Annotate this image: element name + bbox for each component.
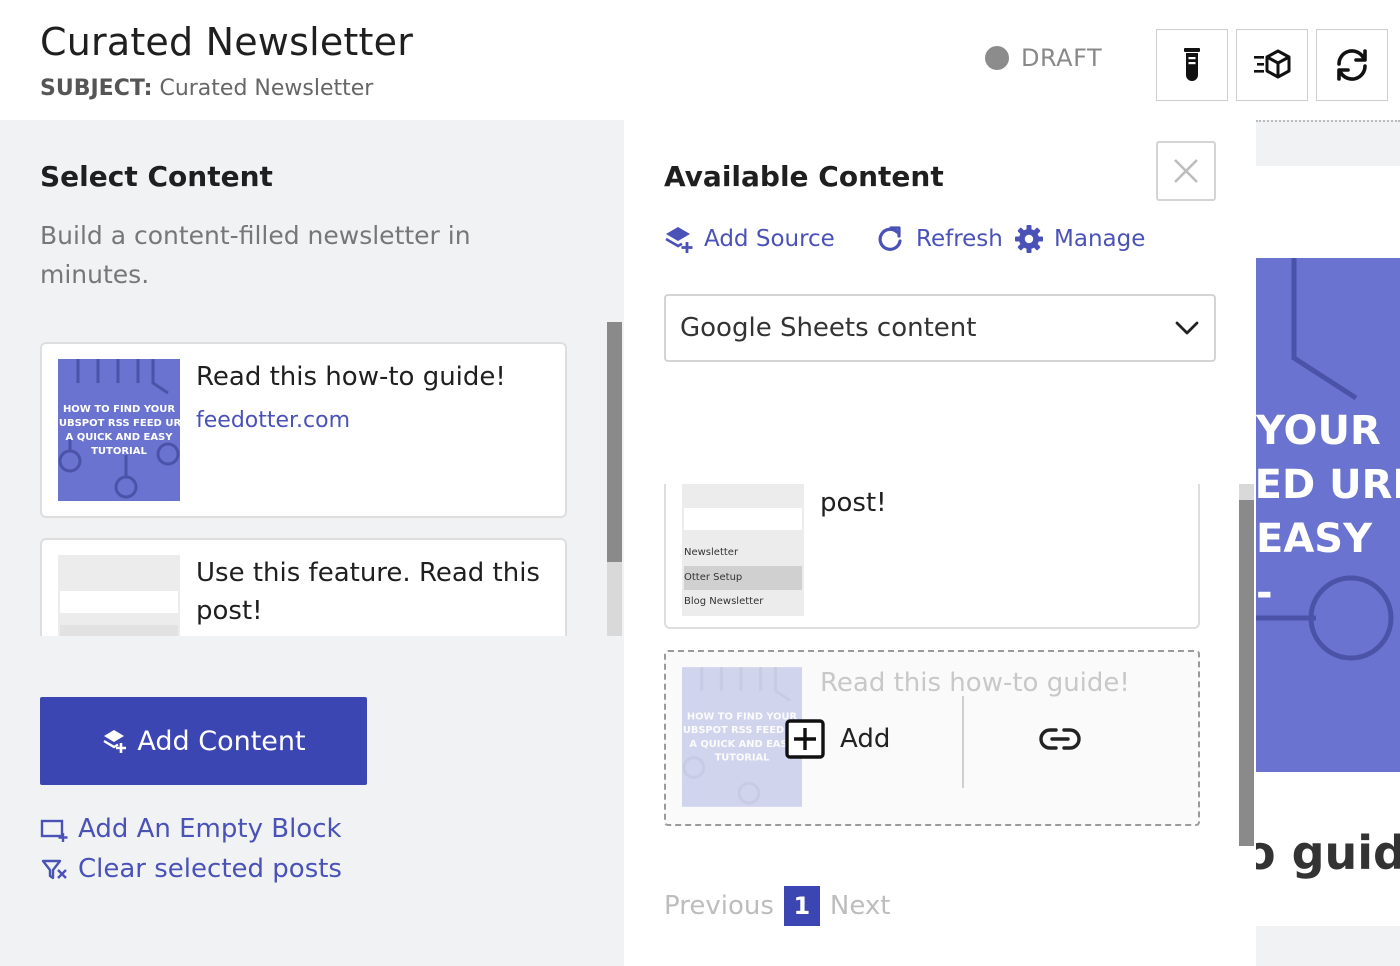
refresh-button[interactable]: Refresh — [876, 224, 1003, 254]
preview-image: YOUR FEED URL EASY - — [1256, 258, 1400, 772]
card-title: Read this how-to guide! — [196, 362, 506, 392]
available-content-title: Available Content — [664, 160, 944, 193]
add-post-label: Add — [840, 724, 891, 754]
card-title: Use this feature. Read this post! — [196, 558, 540, 626]
svg-text:HOW TO FIND YOUR: HOW TO FIND YOUR — [687, 711, 798, 722]
card-title: Read this how-to guide! — [820, 668, 1130, 698]
select-content-title: Select Content — [40, 160, 273, 193]
svg-text:TUTORIAL: TUTORIAL — [715, 753, 770, 764]
current-page[interactable]: 1 — [783, 886, 820, 926]
selected-card[interactable]: Use this feature. Read this post! — [40, 538, 567, 636]
hover-card[interactable]: HOW TO FIND YOUR HUBSPOT RSS FEED URL A … — [664, 650, 1200, 826]
card-title: Use this feature. Read this post! — [820, 488, 887, 518]
next-page-button[interactable]: Next — [830, 891, 891, 921]
available-content-list[interactable]: Newsletter Otter Setup Blog Newsletter U… — [662, 484, 1222, 830]
add-empty-block-link[interactable]: Add An Empty Block — [40, 814, 342, 844]
subject-label: SUBJECT: — [40, 76, 153, 101]
divider — [962, 696, 964, 788]
preview-heading-line: - — [1256, 570, 1273, 616]
refresh-icon — [878, 226, 902, 251]
test-tube-icon — [1184, 48, 1200, 81]
selected-content-list[interactable]: HOW TO FIND YOUR HUBSPOT RSS FEED URL A … — [40, 340, 580, 636]
sync-icon — [1337, 49, 1367, 81]
thumb-item: Newsletter — [684, 547, 739, 558]
subject-value: Curated Newsletter — [159, 76, 374, 101]
thumb-item: Otter Setup — [684, 572, 743, 583]
newsletter-preview: YOUR FEED URL EASY - o guide — [1256, 120, 1400, 966]
status-text: DRAFT — [1021, 44, 1103, 72]
svg-text:A QUICK AND EASY: A QUICK AND EASY — [65, 432, 173, 443]
add-source-label: Add Source — [704, 226, 835, 252]
preview-divider — [1256, 120, 1400, 122]
svg-text:HOW TO FIND YOUR: HOW TO FIND YOUR — [63, 404, 175, 415]
preview-caption: o guide — [1256, 826, 1400, 880]
preview-heading-line: FEED URL — [1256, 462, 1400, 508]
clear-selected-label: Clear selected posts — [78, 854, 342, 884]
card-source-link[interactable]: feedotter.com — [196, 408, 350, 433]
svg-text:HUBSPOT RSS FEED URL: HUBSPOT RSS FEED URL — [58, 418, 180, 429]
selected-list-scrollbar[interactable] — [607, 322, 622, 636]
manage-button[interactable]: Manage — [1014, 224, 1145, 254]
add-post-button[interactable]: Add — [784, 718, 890, 760]
content-source-select[interactable]: Google Sheets content — [664, 294, 1216, 362]
pagination: Previous 1 Next — [664, 886, 890, 926]
select-content-description: Build a content-filled newsletter in min… — [40, 221, 471, 289]
subject-line: SUBJECT: Curated Newsletter — [40, 76, 373, 101]
scrollbar-thumb[interactable] — [607, 322, 622, 562]
gear-icon — [1015, 225, 1043, 253]
selected-card[interactable]: HOW TO FIND YOUR HUBSPOT RSS FEED URL A … — [40, 342, 567, 518]
thumb-item: Blog Newsletter — [684, 596, 764, 607]
sync-button[interactable] — [1316, 29, 1388, 101]
clear-filter-icon — [41, 859, 67, 880]
svg-text:TUTORIAL: TUTORIAL — [91, 446, 147, 457]
copy-link-button[interactable] — [1038, 722, 1082, 760]
add-source-button[interactable]: Add Source — [664, 224, 835, 254]
select-content-panel: Select Content Build a content-filled ne… — [0, 120, 624, 966]
preview-graphic — [1256, 258, 1394, 661]
link-icon — [1039, 728, 1081, 750]
layer-plus-icon — [103, 730, 127, 753]
svg-text:A QUICK AND EASY: A QUICK AND EASY — [689, 739, 795, 750]
content-source-value: Google Sheets content — [680, 313, 977, 343]
add-content-button[interactable]: Add Content — [40, 697, 367, 785]
test-button[interactable] — [1156, 29, 1228, 101]
header: Curated Newsletter SUBJECT: Curated News… — [0, 0, 1400, 120]
page-title: Curated Newsletter — [40, 20, 414, 64]
post-thumbnail: HOW TO FIND YOUR HUBSPOT RSS FEED URL A … — [58, 359, 180, 501]
refresh-label: Refresh — [916, 226, 1003, 252]
plus-square-icon — [785, 719, 825, 759]
post-thumbnail — [58, 555, 180, 636]
available-list-scrollbar[interactable] — [1239, 484, 1254, 846]
available-content-panel: Available Content Add Source Refresh Man… — [624, 120, 1256, 966]
preview-block[interactable]: YOUR FEED URL EASY - o guide — [1256, 166, 1400, 926]
layer-plus-icon — [665, 227, 693, 253]
status-indicator: DRAFT — [985, 44, 1102, 72]
add-content-label: Add Content — [137, 725, 306, 757]
scrollbar-thumb[interactable] — [1239, 500, 1254, 846]
previous-page-button[interactable]: Previous — [664, 891, 774, 921]
send-package-icon — [1254, 49, 1291, 79]
preview-heading-line: EASY — [1256, 516, 1373, 562]
preview-heading-line: YOUR — [1256, 408, 1381, 454]
close-icon — [1174, 159, 1198, 183]
manage-label: Manage — [1054, 226, 1146, 252]
chevron-down-icon — [1175, 321, 1199, 335]
clear-selected-link[interactable]: Clear selected posts — [40, 854, 342, 884]
add-block-icon — [40, 819, 68, 842]
send-button[interactable] — [1236, 29, 1308, 101]
status-dot-icon — [985, 46, 1009, 70]
add-empty-block-label: Add An Empty Block — [78, 814, 342, 844]
close-button[interactable] — [1156, 141, 1216, 201]
available-card[interactable]: Newsletter Otter Setup Blog Newsletter U… — [664, 484, 1200, 629]
